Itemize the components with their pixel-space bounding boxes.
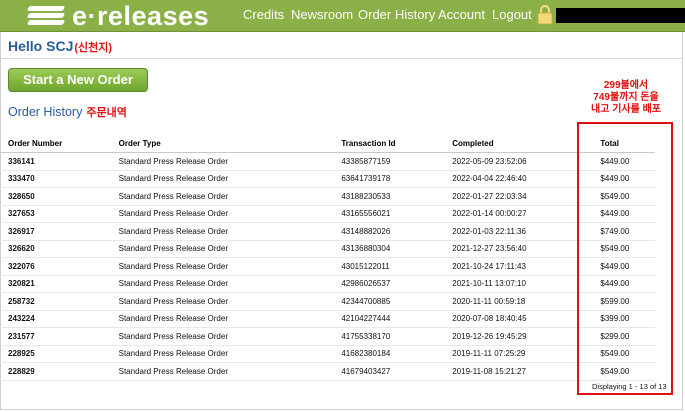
greeting-text: Hello SCJ	[8, 38, 74, 54]
transaction-id: 63641739178	[341, 170, 453, 188]
top-navigation-bar: e·releases Credits Newsroom Order Histor…	[0, 0, 685, 32]
table-row: 326620 Standard Press Release Order 431368…	[0, 240, 655, 258]
annotation-line-3: 내고 기사를 배포	[591, 104, 661, 115]
table-row: 328650 Standard Press Release Order 431882…	[0, 187, 655, 206]
transaction-id: 43015122011	[341, 257, 453, 276]
annotation-line-1: 299불에서	[603, 80, 649, 91]
order-type: Standard Press Release Order	[118, 240, 342, 258]
order-number-link[interactable]: 326917	[0, 222, 119, 241]
order-type: Standard Press Release Order	[118, 187, 342, 206]
order-number-link[interactable]: 327653	[0, 205, 119, 223]
greeting: Hello SCJ(신천지)	[8, 38, 112, 55]
order-number-link[interactable]: 228829	[0, 362, 119, 381]
order-history-note: 주문내역	[86, 107, 127, 119]
order-number-link[interactable]: 243224	[0, 310, 119, 328]
redacted-bar	[556, 8, 685, 23]
order-type: Standard Press Release Order	[118, 362, 342, 381]
table-row: 320821 Standard Press Release Order 429860…	[0, 275, 655, 293]
order-type: Standard Press Release Order	[118, 310, 342, 328]
order-number-link[interactable]: 328650	[0, 187, 119, 206]
logo-text: e·releases	[72, 1, 210, 31]
nav-credits[interactable]: Credits	[243, 7, 284, 23]
order-number-link[interactable]: 228925	[0, 345, 119, 363]
transaction-id: 42986026537	[341, 275, 453, 293]
transaction-id: 42104227444	[341, 310, 453, 328]
order-type: Standard Press Release Order	[118, 222, 342, 241]
table-header-row: Order Number Order Type Transaction Id C…	[0, 135, 655, 153]
table-row: 322076 Standard Press Release Order 430151…	[0, 257, 655, 276]
divider	[0, 58, 683, 59]
order-number-link[interactable]: 322076	[0, 257, 119, 276]
highlight-box	[577, 122, 673, 395]
table-row: 258732 Standard Press Release Order 423447…	[0, 292, 655, 311]
order-history-heading: Order History 주문내역	[8, 104, 127, 120]
table-row: 243224 Standard Press Release Order 421042…	[0, 310, 655, 328]
transaction-id: 43188230533	[341, 187, 453, 206]
order-number-link[interactable]: 336141	[0, 152, 119, 171]
column-header-order-number[interactable]: Order Number	[0, 135, 119, 153]
start-new-order-button[interactable]: Start a New Order	[8, 68, 148, 92]
table-row: 228829 Standard Press Release Order 416794…	[0, 362, 655, 381]
transaction-id: 43136880304	[341, 240, 453, 258]
orders-table: Order Number Order Type Transaction Id C…	[0, 135, 655, 381]
order-type: Standard Press Release Order	[118, 345, 342, 363]
order-number-link[interactable]: 258732	[0, 292, 119, 311]
table-row: 326917 Standard Press Release Order 431488…	[0, 222, 655, 241]
order-type: Standard Press Release Order	[118, 170, 342, 188]
annotation-note: 299불에서 749불까지 돈을 내고 기사를 배포	[580, 80, 672, 116]
table-row: 336141 Standard Press Release Order 433858…	[0, 152, 655, 171]
transaction-id: 41682380184	[341, 345, 453, 363]
pagination-summary: Displaying 1 - 13 of 13	[592, 382, 667, 391]
order-type: Standard Press Release Order	[118, 292, 342, 311]
transaction-id: 41679403427	[341, 362, 453, 381]
table-row: 231577 Standard Press Release Order 417553…	[0, 327, 655, 346]
order-type: Standard Press Release Order	[118, 275, 342, 293]
column-header-order-type[interactable]: Order Type	[118, 135, 342, 153]
table-row: 228925 Standard Press Release Order 416823…	[0, 345, 655, 363]
transaction-id: 43148882026	[341, 222, 453, 241]
logo-stripes-icon	[26, 3, 68, 29]
nav-newsroom[interactable]: Newsroom	[291, 7, 353, 23]
order-history-title: Order History	[8, 105, 83, 119]
order-number-link[interactable]: 326620	[0, 240, 119, 258]
nav-logout[interactable]: Logout	[492, 7, 532, 23]
nav-account[interactable]: Account	[438, 7, 485, 23]
greeting-note: (신천지)	[74, 42, 113, 54]
transaction-id: 43385877159	[341, 152, 453, 171]
nav-order-history[interactable]: Order History	[358, 7, 435, 23]
transaction-id: 43165556021	[341, 205, 453, 223]
annotation-line-2: 749불까지 돈을	[593, 92, 659, 103]
order-type: Standard Press Release Order	[118, 205, 342, 223]
transaction-id: 42344700885	[341, 292, 453, 311]
ereleases-logo[interactable]: e·releases	[26, 1, 210, 31]
lock-icon	[537, 4, 553, 25]
order-type: Standard Press Release Order	[118, 152, 342, 171]
column-header-transaction-id[interactable]: Transaction Id	[341, 135, 453, 153]
transaction-id: 41755338170	[341, 327, 453, 346]
table-row: 327653 Standard Press Release Order 431655…	[0, 205, 655, 223]
order-type: Standard Press Release Order	[118, 257, 342, 276]
order-number-link[interactable]: 333470	[0, 170, 119, 188]
order-number-link[interactable]: 320821	[0, 275, 119, 293]
table-row: 333470 Standard Press Release Order 636417…	[0, 170, 655, 188]
order-number-link[interactable]: 231577	[0, 327, 119, 346]
order-type: Standard Press Release Order	[118, 327, 342, 346]
